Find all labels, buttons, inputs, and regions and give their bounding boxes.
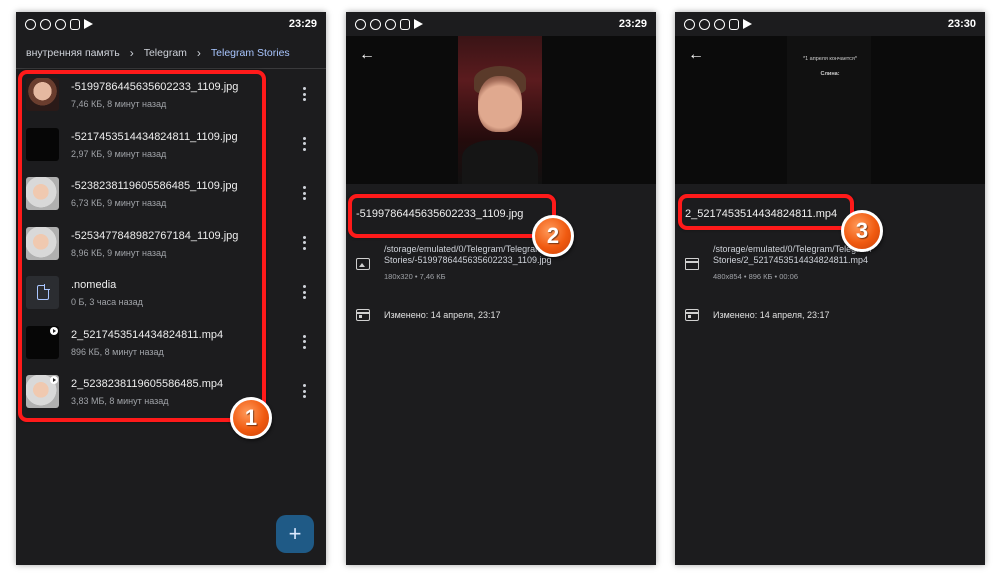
chevron-right-icon: ›	[129, 46, 134, 60]
more-vert-icon[interactable]	[302, 235, 306, 250]
modified-date: Изменено: 14 апреля, 23:17	[384, 310, 501, 320]
image-details-panel: 23:29 ← -5199786445635602233_1109.jpg /s…	[346, 12, 656, 565]
status-bar: 23:29	[346, 12, 656, 36]
video-preview[interactable]: *1 апреля кончается* Слина:	[675, 36, 985, 184]
breadcrumb-item-internal-storage[interactable]: внутренняя память	[26, 47, 120, 59]
step-badge: 3	[841, 210, 883, 252]
breadcrumb: внутренняя память › Telegram › Telegram …	[26, 42, 320, 64]
more-vert-icon[interactable]	[302, 186, 306, 200]
notification-icons	[25, 18, 93, 30]
calendar-icon	[356, 309, 370, 321]
clock: 23:30	[947, 18, 976, 30]
play-store-icon	[84, 19, 93, 29]
notification-icons	[684, 18, 752, 30]
file-dimensions-size: 480x854 • 896 КБ • 00:06	[713, 272, 799, 281]
image-preview[interactable]	[346, 36, 656, 184]
clock: 23:29	[618, 18, 647, 30]
play-store-icon	[414, 19, 423, 29]
whatsapp-icon	[684, 18, 695, 30]
more-vert-icon[interactable]	[302, 334, 306, 349]
people-icon	[400, 18, 410, 30]
video-file-icon	[685, 258, 699, 270]
calendar-icon	[685, 309, 699, 321]
breadcrumb-item-telegram-stories[interactable]: Telegram Stories	[211, 47, 290, 59]
whatsapp-icon	[699, 18, 710, 30]
more-vert-icon[interactable]	[302, 384, 306, 398]
file-browser-panel: 23:29 внутренняя память › Telegram › Tel…	[16, 12, 326, 565]
divider	[16, 68, 326, 69]
whatsapp-icon	[370, 18, 381, 30]
step-badge: 2	[532, 215, 574, 257]
status-bar: 23:29	[16, 12, 326, 36]
viber-icon	[55, 18, 66, 30]
highlight-frame	[18, 70, 266, 422]
modified-date: Изменено: 14 апреля, 23:17	[713, 310, 830, 320]
status-bar: 23:30	[675, 12, 985, 36]
back-arrow-icon[interactable]: ←	[685, 44, 707, 66]
image-icon	[356, 258, 370, 270]
whatsapp-icon	[355, 18, 366, 30]
whatsapp-icon	[25, 18, 36, 30]
preview-photo	[458, 36, 542, 184]
step-badge: 1	[230, 397, 272, 439]
more-vert-icon[interactable]	[302, 285, 306, 299]
highlight-frame	[678, 194, 854, 230]
clock: 23:29	[288, 18, 317, 30]
chevron-right-icon: ›	[196, 46, 201, 60]
more-vert-icon[interactable]	[302, 87, 306, 101]
highlight-frame	[348, 194, 556, 238]
people-icon	[70, 18, 80, 30]
file-dimensions-size: 180x320 • 7,46 КБ	[384, 272, 446, 281]
back-arrow-icon[interactable]: ←	[356, 44, 378, 66]
video-caption: *1 апреля кончается*	[802, 56, 858, 62]
file-path: /storage/emulated/0/Telegram/Telegram St…	[713, 244, 872, 265]
more-vert-icon[interactable]	[302, 136, 306, 151]
whatsapp-icon	[40, 18, 51, 30]
play-store-icon	[743, 19, 752, 29]
viber-icon	[385, 18, 396, 30]
video-caption-2: Слина:	[820, 71, 840, 77]
people-icon	[729, 18, 739, 30]
breadcrumb-item-telegram[interactable]: Telegram	[144, 47, 187, 59]
viber-icon	[714, 18, 725, 30]
notification-icons	[355, 18, 423, 30]
add-button[interactable]: +	[276, 515, 314, 553]
video-details-panel: 23:30 *1 апреля кончается* Слина: ← 2_52…	[675, 12, 985, 565]
